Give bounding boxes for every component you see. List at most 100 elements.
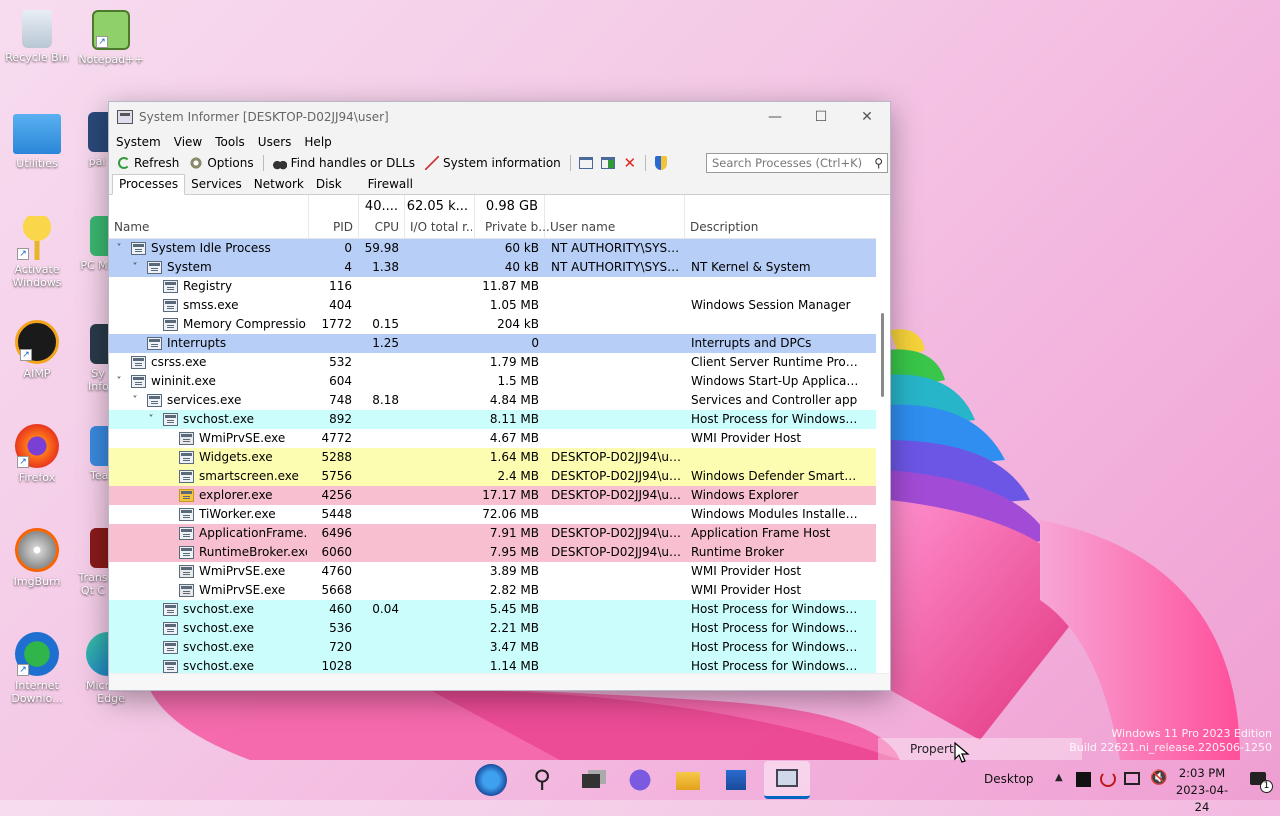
process-name: WmiPrvSE.exe — [199, 564, 286, 578]
table-row[interactable]: svchost.exe 460 0.04 5.45 MB Host Process fo… — [109, 600, 878, 619]
vertical-scrollbar[interactable] — [876, 195, 890, 675]
search-input[interactable] — [710, 155, 871, 171]
chevron-down-icon[interactable]: ˅ — [113, 372, 125, 391]
table-row[interactable]: WmiPrvSE.exe 5668 2.82 MB WMI Provider Host — [109, 581, 878, 600]
desktop-icon-pai[interactable]: pai — [74, 112, 108, 168]
tab-processes[interactable]: Processes — [112, 174, 186, 195]
table-row[interactable]: svchost.exe 720 3.47 MB Host Process for Wi… — [109, 638, 878, 657]
table-row[interactable]: WmiPrvSE.exe 4772 4.67 MB WMI Provider Host — [109, 429, 878, 448]
sync-icon[interactable] — [1100, 771, 1116, 787]
desktop-icon-idm[interactable]: ↗ Internet Downlo... — [0, 632, 74, 705]
table-row[interactable]: ˅ System 4 1.38 40 kB NT AUTHORITY\SYSTEM NT K… — [109, 258, 878, 277]
menu-users[interactable]: Users — [254, 135, 301, 149]
search-box[interactable]: ⚲ — [706, 153, 888, 173]
column-private-bytes[interactable]: 0.98 GB Private b... — [475, 195, 550, 239]
show-window-button[interactable] — [575, 153, 597, 173]
tab-services[interactable]: Services — [185, 175, 248, 194]
refresh-button[interactable]: Refresh — [113, 153, 184, 173]
file-explorer-icon[interactable] — [672, 764, 704, 796]
system-information-button[interactable]: System information — [420, 153, 566, 173]
tab-disk[interactable]: Disk — [310, 175, 348, 194]
find-handles-button[interactable]: Find handles or DLLs — [268, 153, 420, 173]
table-row[interactable]: Interrupts 1.25 0 Interrupts and DPCs — [109, 334, 878, 353]
options-button[interactable]: Options — [184, 153, 258, 173]
search-icon[interactable]: ⚲ — [870, 156, 887, 170]
desktop-icon-notepadpp[interactable]: ↗ Notepad++ — [74, 10, 148, 66]
column-io-total[interactable]: 62.05 k... I/O total r... — [405, 195, 475, 239]
desktop-icon-teams[interactable]: Tea — [74, 426, 108, 482]
desktop-icon-activate-windows[interactable]: ↗ Activate Windows — [0, 216, 74, 289]
chevron-up-icon[interactable]: ▲ — [1055, 772, 1063, 783]
teams-icon[interactable] — [624, 764, 656, 796]
table-row[interactable]: smss.exe 404 1.05 MB Windows Session Manage… — [109, 296, 878, 315]
table-row[interactable]: WmiPrvSE.exe 4760 3.89 MB WMI Provider Host — [109, 562, 878, 581]
tab-network[interactable]: Network — [248, 175, 310, 194]
elevate-button[interactable] — [650, 153, 672, 173]
chevron-down-icon[interactable]: ˅ — [145, 410, 157, 429]
desktop-toolbar-label[interactable]: Desktop — [984, 772, 1034, 786]
table-row[interactable]: Widgets.exe 5288 1.64 MB DESKTOP-D02JJ94\us… — [109, 448, 878, 467]
switch-window-button[interactable] — [597, 153, 619, 173]
desktop-icon-aimp[interactable]: ↗ AIMP — [0, 320, 74, 380]
window-icon — [578, 157, 593, 169]
table-row[interactable]: svchost.exe 536 2.21 MB Host Process for Wi… — [109, 619, 878, 638]
desktop-icon-recycle-bin[interactable]: Recycle Bin — [0, 10, 74, 64]
menu-system[interactable]: System — [112, 135, 170, 149]
store-icon[interactable] — [720, 764, 752, 796]
desktop-icon-utilities[interactable]: Utilities — [0, 114, 74, 170]
process-io-total — [405, 524, 475, 543]
process-name-cell: WmiPrvSE.exe — [109, 429, 307, 448]
start-icon[interactable] — [475, 764, 507, 796]
taskbar-clock[interactable]: 2:03 PM 2023-04-24 — [1172, 765, 1232, 816]
table-row[interactable]: Memory Compression 1772 0.15 204 kB — [109, 315, 878, 334]
menu-help[interactable]: Help — [300, 135, 340, 149]
system-informer-window[interactable]: System Informer [DESKTOP-D02JJ94\user] —… — [108, 101, 891, 691]
chevron-down-icon[interactable]: ˅ — [129, 258, 141, 277]
title-bar[interactable]: System Informer [DESKTOP-D02JJ94\user] —… — [109, 102, 890, 132]
process-io-total — [405, 581, 475, 600]
column-pid[interactable]: PID — [309, 195, 359, 239]
table-row[interactable]: smartscreen.exe 5756 2.4 MB DESKTOP-D02JJ94… — [109, 467, 878, 486]
process-tree[interactable]: Name PID 40.... CPU 62.05 k... I/O total… — [109, 195, 878, 675]
scrollbar-thumb[interactable] — [881, 313, 884, 397]
table-row[interactable]: explorer.exe 4256 17.17 MB DESKTOP-D02JJ94\… — [109, 486, 878, 505]
table-row[interactable]: ˅ wininit.exe 604 1.5 MB Windows Start-Up Ap… — [109, 372, 878, 391]
notification-button[interactable]: 1 — [1248, 770, 1273, 794]
chevron-down-icon[interactable]: ˅ — [129, 391, 141, 410]
column-description[interactable]: Description — [685, 195, 865, 239]
table-row[interactable]: ˅ System Idle Process 0 59.98 60 kB NT AUTHOR… — [109, 239, 878, 258]
stop-square-icon[interactable] — [1076, 772, 1091, 787]
table-row[interactable]: ApplicationFrame... 6496 7.91 MB DESKTOP-D0… — [109, 524, 878, 543]
table-row[interactable]: ˅ svchost.exe 892 8.11 MB Host Process for W… — [109, 410, 878, 429]
task-view-icon[interactable] — [578, 764, 610, 796]
chevron-down-icon[interactable]: ˅ — [113, 239, 125, 258]
column-cpu[interactable]: 40.... CPU — [359, 195, 405, 239]
table-row[interactable]: Registry 116 11.87 MB — [109, 277, 878, 296]
terminate-button[interactable]: ✕ — [619, 153, 641, 173]
tab-firewall[interactable]: Firewall — [362, 175, 419, 194]
gear-process-icon — [179, 584, 194, 597]
column-user-name[interactable]: User name — [545, 195, 685, 239]
horizontal-scrollbar[interactable] — [109, 673, 890, 690]
close-button[interactable]: ✕ — [844, 102, 890, 132]
volume-muted-icon[interactable]: 🔇 — [1150, 770, 1167, 786]
table-row[interactable]: TiWorker.exe 5448 72.06 MB Windows Modules … — [109, 505, 878, 524]
display-icon[interactable] — [1124, 772, 1140, 785]
search-icon[interactable]: ⚲ — [526, 764, 558, 796]
table-row[interactable]: RuntimeBroker.exe 6060 7.95 MB DESKTOP-D02J… — [109, 543, 878, 562]
table-row[interactable]: ˅ services.exe 748 8.18 4.84 MB Services and … — [109, 391, 878, 410]
column-name[interactable]: Name — [109, 195, 309, 239]
menu-view[interactable]: View — [170, 135, 211, 149]
minimize-button[interactable]: — — [752, 102, 798, 132]
notification-badge: 1 — [1260, 780, 1273, 793]
properties-menu-item[interactable]: Properti — [878, 738, 1082, 760]
system-informer-taskbar-icon[interactable] — [764, 761, 810, 799]
maximize-button[interactable]: ☐ — [798, 102, 844, 132]
desktop-icon-transmission[interactable]: Trans Qt C — [74, 528, 108, 597]
menu-tools[interactable]: Tools — [211, 135, 254, 149]
desktop-icon-imgburn[interactable]: ImgBurn — [0, 528, 74, 588]
desktop-icon-firefox[interactable]: ↗ Firefox — [0, 424, 74, 484]
desktop-icon-system-informer[interactable]: Sy Info — [74, 324, 108, 393]
table-row[interactable]: csrss.exe 532 1.79 MB Client Server Runtime… — [109, 353, 878, 372]
desktop-icon-pc-manager[interactable]: PC M — [74, 216, 108, 272]
